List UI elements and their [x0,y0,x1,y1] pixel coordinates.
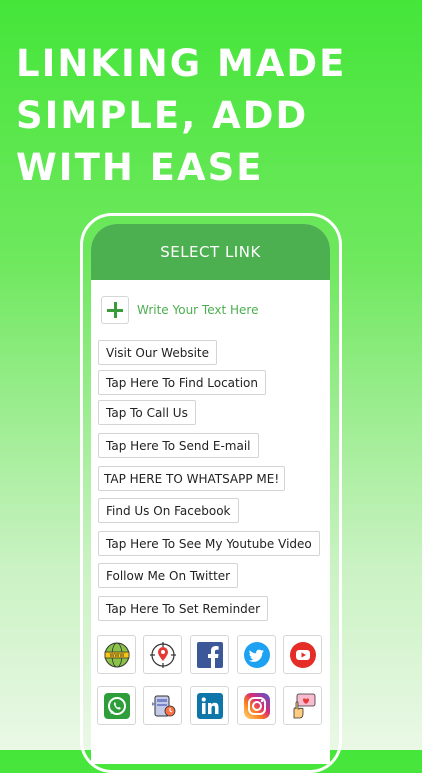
link-visit-website[interactable]: Visit Our Website [98,340,218,365]
link-whatsapp[interactable]: TAP HERE TO WHATSAPP ME! [98,466,286,491]
add-text-row[interactable]: Write Your Text Here [101,296,258,324]
headline-line-3: WITH EASE [16,146,264,189]
www-globe-icon[interactable]: WWW [97,635,136,674]
facebook-icon[interactable] [190,635,229,674]
reminder-icon[interactable] [143,686,182,725]
link-find-location[interactable]: Tap Here To Find Location [98,370,267,395]
add-text-label: Write Your Text Here [137,303,259,317]
youtube-icon[interactable] [283,635,322,674]
screen-title: SELECT LINK [160,243,261,261]
link-youtube-video[interactable]: Tap Here To See My Youtube Video [98,531,320,556]
link-send-email[interactable]: Tap Here To Send E-mail [98,433,259,458]
link-facebook[interactable]: Find Us On Facebook [98,498,239,523]
link-twitter[interactable]: Follow Me On Twitter [98,563,239,588]
linkedin-icon[interactable] [190,686,229,725]
location-pin-icon[interactable] [143,635,182,674]
headline: LINKING MADE SIMPLE, ADD WITH EASE [16,38,411,194]
phone-screen: SELECT LINK Write Your Text Here Visit O… [91,224,330,764]
svg-text:WWW: WWW [109,653,124,659]
headline-line-1: LINKING MADE [16,42,347,85]
tap-hand-icon[interactable] [283,686,322,725]
instagram-icon[interactable] [237,686,276,725]
screen-header: SELECT LINK [91,224,330,280]
link-call-us[interactable]: Tap To Call Us [98,400,196,425]
link-reminder[interactable]: Tap Here To Set Reminder [98,596,269,621]
headline-line-2: SIMPLE, ADD [16,94,309,137]
add-button[interactable] [101,296,129,324]
twitter-icon[interactable] [237,635,276,674]
whatsapp-icon[interactable] [97,686,136,725]
